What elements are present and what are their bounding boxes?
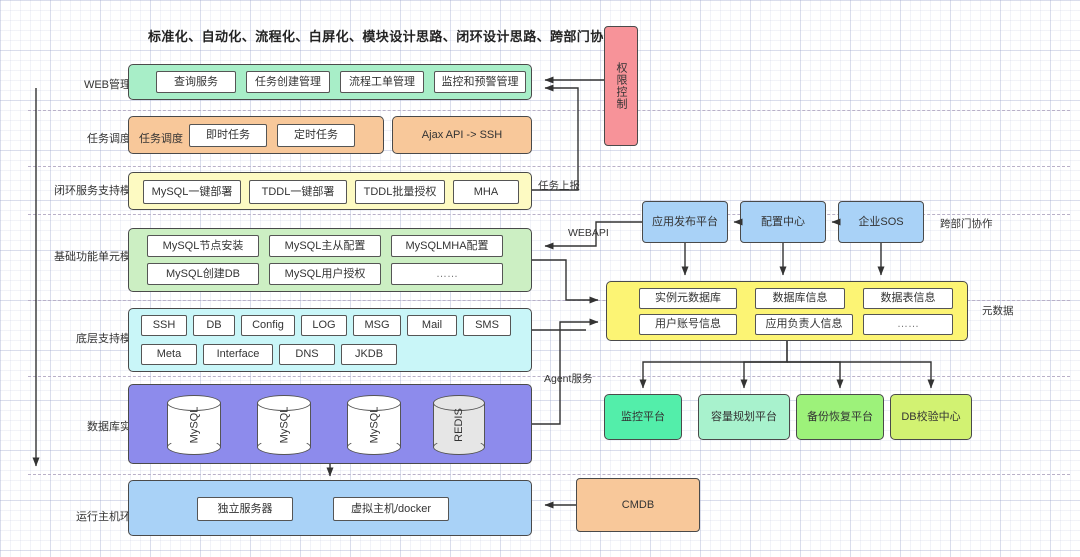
edge-label-agent: Agent服务 bbox=[544, 373, 593, 385]
wire-baseunit-to-metadata bbox=[532, 259, 599, 304]
wire-metadata-to-backup bbox=[787, 361, 844, 389]
connector-layer bbox=[32, 76, 935, 509]
wire-metadata-to-dbcheck bbox=[787, 361, 935, 389]
wire-task-report bbox=[532, 84, 579, 191]
wire-metadata-to-capacity bbox=[740, 361, 787, 389]
wire-metadata-to-monitor bbox=[639, 341, 788, 389]
edge-label-webapi: WEBAPI bbox=[568, 227, 609, 239]
edge-label-task-report: 任务上报 bbox=[538, 180, 580, 192]
